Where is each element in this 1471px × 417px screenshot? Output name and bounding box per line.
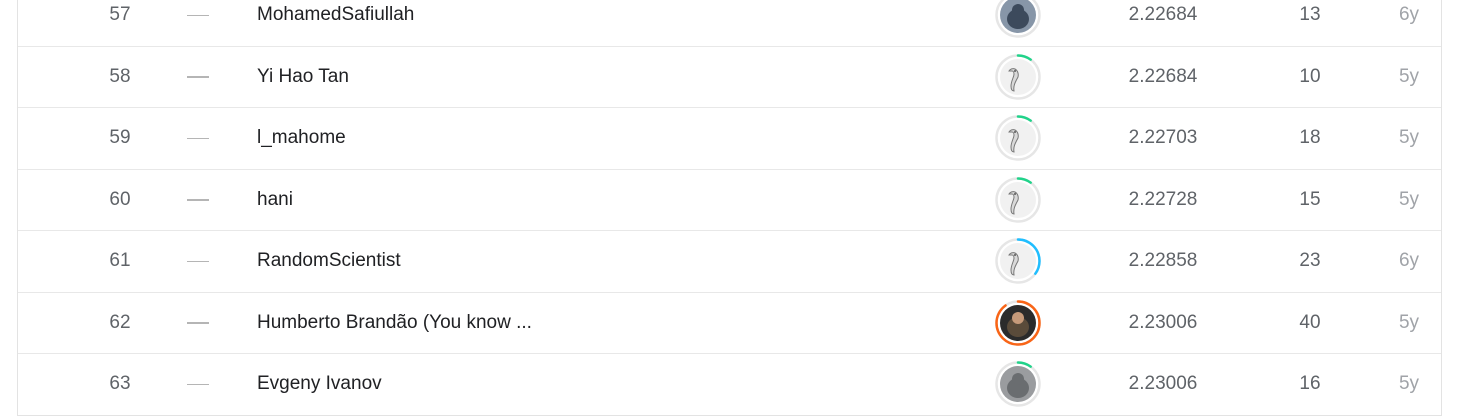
team-member-avatar[interactable] [992,354,1044,415]
rank-change-indicator [186,293,210,354]
team-name-link[interactable]: Yi Hao Tan [257,47,349,108]
entries-count: 13 [1299,4,1321,26]
entries-count: 10 [1299,65,1321,87]
rank-number: 62 [109,311,131,333]
team-member-avatar[interactable] [992,170,1044,231]
rank-change-indicator [186,231,210,292]
rank-number: 59 [109,127,131,149]
rank-number: 58 [109,65,131,87]
team-member-avatar[interactable] [992,47,1044,108]
team-member-avatar[interactable] [992,0,1044,46]
rank-number: 60 [109,188,131,210]
last-submission-age: 6y [1398,250,1420,272]
leaderboard-row[interactable]: 63 Evgeny Ivanov 2.23006 16 5y [18,354,1441,416]
rank-change-indicator [186,47,210,108]
entries-count: 16 [1299,373,1321,395]
leaderboard-row[interactable]: 58 Yi Hao Tan 2.22684 10 5y [18,47,1441,108]
score-value: 2.22728 [1128,188,1198,210]
leaderboard-row[interactable]: 59 l_mahome 2.22703 18 5y [18,108,1441,170]
default-goose-avatar-icon[interactable] [994,114,1042,162]
last-submission-age: 5y [1398,373,1420,395]
default-goose-avatar-icon[interactable] [994,176,1042,224]
score-value: 2.22858 [1128,250,1198,272]
leaderboard-row[interactable]: 57 MohamedSafiullah 2.22684 13 6y [18,0,1441,47]
entries-count: 15 [1299,188,1321,210]
rank-change-indicator [186,0,210,46]
user-photo-avatar-icon[interactable] [994,360,1042,408]
entries-count: 40 [1299,311,1321,333]
rank-change-indicator [186,354,210,415]
default-goose-avatar-icon[interactable] [994,237,1042,285]
last-submission-age: 5y [1398,311,1420,333]
team-member-avatar[interactable] [992,293,1044,354]
last-submission-age: 5y [1398,65,1420,87]
user-photo-avatar-icon[interactable] [994,299,1042,347]
team-name-link[interactable]: hani [257,170,293,231]
score-value: 2.22684 [1128,65,1198,87]
rank-number: 57 [109,4,131,26]
team-member-avatar[interactable] [992,108,1044,169]
entries-count: 18 [1299,127,1321,149]
rank-change-indicator [186,108,210,169]
team-name-link[interactable]: l_mahome [257,108,346,169]
no-change-dash-icon [187,383,209,385]
last-submission-age: 5y [1398,127,1420,149]
no-change-dash-icon [187,76,209,78]
score-value: 2.22703 [1128,127,1198,149]
leaderboard-row[interactable]: 60 hani 2.22728 15 5y [18,170,1441,231]
rank-change-indicator [186,170,210,231]
leaderboard-table: 57 MohamedSafiullah 2.22684 13 6y 58 Yi … [17,0,1442,416]
score-value: 2.23006 [1128,373,1198,395]
no-change-dash-icon [187,322,209,324]
entries-count: 23 [1299,250,1321,272]
last-submission-age: 6y [1398,4,1420,26]
user-photo-avatar-icon[interactable] [994,0,1042,39]
rank-number: 61 [109,250,131,272]
score-value: 2.23006 [1128,311,1198,333]
team-name-link[interactable]: Evgeny Ivanov [257,354,382,415]
score-value: 2.22684 [1128,4,1198,26]
default-goose-avatar-icon[interactable] [994,53,1042,101]
no-change-dash-icon [187,199,209,201]
team-name-link[interactable]: MohamedSafiullah [257,0,414,46]
team-name-link[interactable]: Humberto Brandão (You know ... [257,293,532,354]
last-submission-age: 5y [1398,188,1420,210]
team-member-avatar[interactable] [992,231,1044,292]
team-name-link[interactable]: RandomScientist [257,231,401,292]
leaderboard-row[interactable]: 62 Humberto Brandão (You know ... 2.2300… [18,293,1441,354]
no-change-dash-icon [187,14,209,16]
no-change-dash-icon [187,260,209,262]
leaderboard-row[interactable]: 61 RandomScientist 2.22858 23 6y [18,231,1441,293]
no-change-dash-icon [187,137,209,139]
rank-number: 63 [109,373,131,395]
